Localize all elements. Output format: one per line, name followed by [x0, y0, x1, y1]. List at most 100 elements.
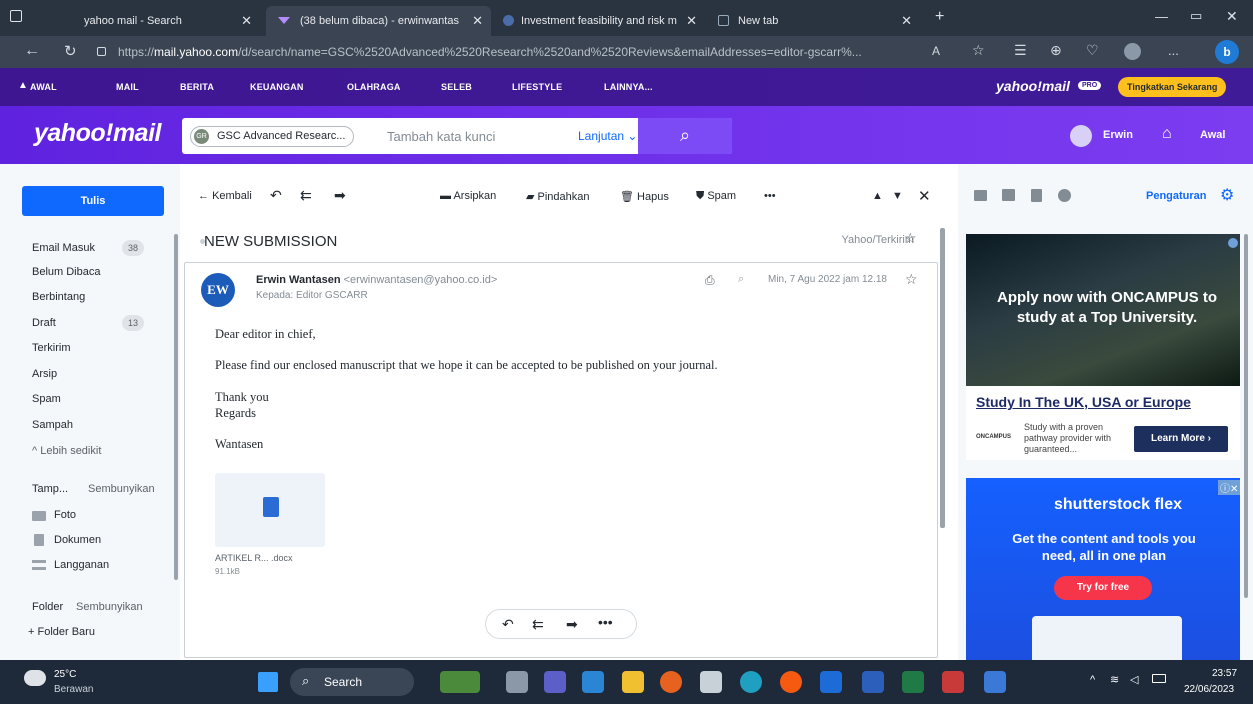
previous-message-icon[interactable]: ▲ — [872, 190, 883, 202]
back-arrow-icon[interactable]: ← — [24, 42, 40, 60]
sender-avatar[interactable]: EW — [201, 273, 235, 307]
clock-date[interactable]: 22/06/2023 — [1184, 684, 1234, 695]
sender[interactable]: Erwin Wantasen <erwinwantasen@yahoo.co.i… — [256, 274, 497, 286]
rail-scrollbar[interactable] — [1244, 234, 1248, 598]
attachment-card[interactable] — [215, 473, 325, 547]
refresh-icon[interactable]: ↻ — [64, 42, 77, 60]
help-icon[interactable] — [1058, 189, 1071, 202]
excel-icon[interactable] — [902, 671, 924, 693]
battery-icon[interactable] — [1152, 674, 1166, 683]
view-photos[interactable]: Foto — [54, 509, 76, 521]
close-window-button[interactable]: ✕ — [1226, 8, 1238, 25]
upgrade-button[interactable]: Tingkatkan Sekarang — [1118, 77, 1227, 97]
bing-icon[interactable]: b — [1215, 40, 1239, 64]
minimize-button[interactable]: — — [1155, 9, 1168, 24]
more-menu-icon[interactable]: ... — [1168, 43, 1179, 58]
keyword-input[interactable]: Tambah kata kunci — [387, 129, 495, 144]
learn-more-button[interactable]: Learn More › — [1134, 426, 1228, 452]
close-tab-icon[interactable]: ✕ — [241, 13, 252, 29]
forward-icon[interactable]: ➡ — [566, 616, 578, 633]
attachment-name[interactable]: ARTIKEL R... .docx — [215, 553, 293, 563]
gear-icon[interactable]: ⚙ — [1220, 185, 1234, 205]
firefox-icon[interactable] — [660, 671, 682, 693]
dropbox-icon[interactable] — [820, 671, 842, 693]
nav-lifestyle[interactable]: LIFESTYLE — [512, 82, 562, 92]
star-icon[interactable]: ☆ — [905, 271, 918, 288]
profile-icon[interactable] — [1124, 43, 1141, 60]
teams-icon[interactable] — [544, 671, 566, 693]
folder-sent[interactable]: Terkirim — [32, 342, 71, 354]
soundcloud-icon[interactable] — [780, 671, 802, 693]
back-button[interactable]: ← Kembali — [198, 190, 252, 202]
archive-button[interactable]: ▬ Arsipkan — [440, 190, 496, 202]
collections-icon[interactable]: ⊕ — [1050, 42, 1062, 59]
star-icon[interactable]: ☆ — [904, 230, 917, 247]
volume-icon[interactable]: ◁ — [1130, 673, 1138, 686]
advanced-search-toggle[interactable]: Lanjutan ⌄ — [578, 129, 637, 143]
ad-shutterstock[interactable]: shutterstock flex Get the content and to… — [966, 478, 1241, 660]
nav-seleb[interactable]: SELEB — [441, 82, 472, 92]
favorite-star-icon[interactable]: ☆ — [972, 42, 985, 59]
folder-drafts[interactable]: Draft — [32, 317, 56, 329]
clock-time[interactable]: 23:57 — [1212, 668, 1237, 679]
close-tab-icon[interactable]: ✕ — [472, 13, 483, 29]
folder-starred[interactable]: Berbintang — [32, 291, 85, 303]
folder-trash[interactable]: Sampah — [32, 419, 73, 431]
search-box[interactable]: GR GSC Advanced Researc... Tambah kata k… — [182, 118, 732, 154]
yahoo-mail-logo[interactable]: yahoo!mail — [34, 119, 161, 148]
tab-investment[interactable]: Investment feasibility and risk m ✕ — [495, 6, 705, 36]
restore-button[interactable]: ▭ — [1190, 8, 1202, 24]
weather-icon[interactable] — [24, 670, 46, 686]
close-tab-icon[interactable]: ✕ — [686, 13, 697, 29]
folder-inbox[interactable]: Email Masuk — [32, 242, 95, 254]
read-aloud-icon[interactable]: A — [932, 44, 940, 58]
browser-extensions-icon[interactable]: ♡ — [1086, 42, 1099, 59]
notepad-icon[interactable] — [1031, 189, 1042, 202]
file-explorer-icon[interactable] — [622, 671, 644, 693]
forward-icon[interactable]: ➡ — [334, 187, 346, 204]
nav-lainnya[interactable]: LAINNYA... — [604, 82, 653, 92]
edge-icon[interactable] — [740, 671, 762, 693]
word-icon[interactable] — [862, 671, 884, 693]
move-button[interactable]: ▰ Pindahkan — [526, 190, 590, 203]
nav-mail[interactable]: MAIL — [116, 82, 139, 92]
view-subscriptions[interactable]: Langganan — [54, 559, 109, 571]
reply-all-icon[interactable]: ⇇ — [300, 187, 312, 204]
home-icon[interactable]: ⌂ — [1162, 125, 1172, 143]
task-view-icon[interactable] — [506, 671, 528, 693]
reading-scrollbar[interactable] — [940, 228, 945, 528]
contacts-icon[interactable] — [974, 190, 987, 201]
next-message-icon[interactable]: ▼ — [892, 190, 903, 202]
store-icon[interactable] — [582, 671, 604, 693]
app-icon[interactable] — [942, 671, 964, 693]
new-folder-link[interactable]: + Folder Baru — [28, 626, 95, 638]
avatar[interactable] — [1070, 125, 1092, 147]
settings-link[interactable]: Pengaturan — [1146, 190, 1207, 202]
reply-icon[interactable]: ↶ — [270, 187, 282, 204]
recipient[interactable]: Kepada: Editor GSCARR — [256, 290, 368, 301]
wifi-icon[interactable]: ≋ — [1110, 673, 1119, 686]
nav-berita[interactable]: BERITA — [180, 82, 214, 92]
search-chip[interactable]: GR GSC Advanced Researc... — [190, 126, 355, 147]
ad-oncampus[interactable]: Apply now with ONCAMPUS to study at a To… — [966, 234, 1240, 460]
search-button[interactable]: ⌕ — [638, 118, 732, 154]
calendar-icon[interactable] — [1002, 189, 1015, 201]
show-less-link[interactable]: ^ Lebih sedikit — [32, 445, 101, 457]
user-name[interactable]: Erwin — [1103, 129, 1133, 141]
close-icon[interactable]: ✕ — [918, 187, 931, 205]
print-icon[interactable]: ⎙ — [705, 273, 715, 288]
nav-olahraga[interactable]: OLAHRAGA — [347, 82, 401, 92]
window-menu-icon[interactable] — [10, 10, 22, 22]
folder-archive[interactable]: Arsip — [32, 368, 57, 380]
folder-spam[interactable]: Spam — [32, 393, 61, 405]
reply-all-icon[interactable]: ⇇ — [532, 616, 544, 633]
tab-new-tab[interactable]: New tab ✕ — [710, 6, 920, 36]
url-field[interactable]: https://mail.yahoo.com/d/search/name=GSC… — [118, 45, 918, 59]
temperature[interactable]: 25°C — [54, 669, 76, 680]
photos-icon[interactable] — [984, 671, 1006, 693]
start-icon[interactable] — [258, 672, 278, 692]
yahoo-mail-brand[interactable]: yahoo!mail — [996, 78, 1070, 94]
folder-unread[interactable]: Belum Dibaca — [32, 266, 100, 278]
spam-button[interactable]: ⛊ Spam — [696, 190, 736, 203]
new-tab-button[interactable]: + — [935, 8, 944, 26]
